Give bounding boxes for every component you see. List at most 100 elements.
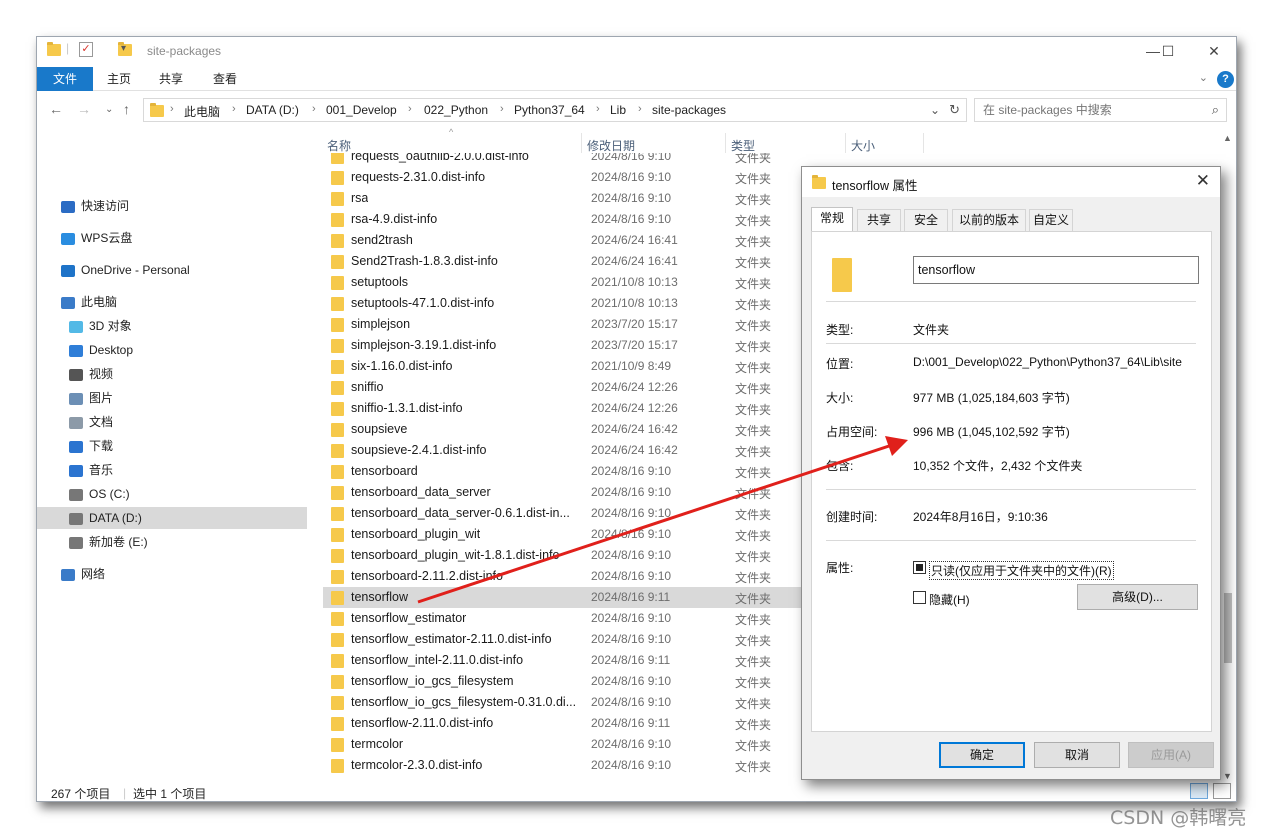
breadcrumb-022-python[interactable]: 022_Python — [424, 103, 488, 117]
nav-item[interactable]: OS (C:) — [37, 483, 307, 505]
file-row[interactable]: setuptools-47.1.0.dist-info 2021/10/8 10:… — [323, 293, 803, 314]
forward-arrow-icon[interactable]: → — [77, 101, 91, 117]
help-icon[interactable]: ? — [1217, 71, 1234, 88]
file-row[interactable]: rsa 2024/8/16 9:10 文件夹 — [323, 188, 803, 209]
tab-share[interactable]: 共享 — [153, 67, 189, 91]
tab-general[interactable]: 常规 — [811, 207, 853, 232]
file-row[interactable]: tensorboard_data_server-0.6.1.dist-in...… — [323, 503, 803, 524]
column-type[interactable]: 类型 — [731, 137, 755, 154]
file-row[interactable]: tensorflow-2.11.0.dist-info 2024/8/16 9:1… — [323, 713, 803, 734]
maximize-button[interactable]: ☐ — [1153, 41, 1183, 63]
column-date-modified[interactable]: 修改日期 — [587, 137, 635, 154]
nav-item[interactable]: WPS云盘 — [37, 227, 307, 249]
nav-item[interactable]: DATA (D:) — [37, 507, 307, 529]
file-row[interactable]: sniffio 2024/6/24 12:26 文件夹 — [323, 377, 803, 398]
nav-item[interactable]: 此电脑 — [37, 291, 307, 313]
large-icons-view-icon[interactable] — [1213, 783, 1231, 799]
scrollbar-thumb[interactable] — [1224, 593, 1232, 663]
tab-previous-versions[interactable]: 以前的版本 — [952, 209, 1026, 231]
column-divider[interactable] — [845, 133, 846, 153]
file-row[interactable]: tensorflow_estimator 2024/8/16 9:10 文件夹 — [323, 608, 803, 629]
column-divider[interactable] — [725, 133, 726, 153]
tab-security[interactable]: 安全 — [904, 209, 948, 231]
search-icon[interactable]: ⌕ — [1212, 102, 1219, 118]
search-input[interactable] — [983, 100, 1203, 120]
nav-item[interactable]: 图片 — [37, 387, 307, 409]
file-row[interactable]: tensorflow 2024/8/16 9:11 文件夹 — [323, 587, 803, 608]
advanced-button[interactable]: 高级(D)... — [1077, 584, 1198, 610]
chevron-down-icon[interactable]: ▾ — [121, 43, 126, 54]
column-divider[interactable] — [581, 133, 582, 153]
nav-item[interactable]: OneDrive - Personal — [37, 259, 307, 281]
folder-name-field[interactable] — [913, 256, 1199, 284]
file-row[interactable]: tensorflow_intel-2.11.0.dist-info 2024/8/… — [323, 650, 803, 671]
close-icon[interactable]: ✕ — [1196, 171, 1210, 191]
scroll-up-icon[interactable]: ▲ — [1223, 133, 1232, 143]
tab-customize[interactable]: 自定义 — [1029, 209, 1073, 231]
readonly-label[interactable]: 只读(仅应用于文件夹中的文件)(R) — [929, 561, 1114, 580]
nav-item[interactable]: 文档 — [37, 411, 307, 433]
refresh-icon[interactable]: ↻ — [949, 102, 960, 118]
file-row[interactable]: tensorflow_io_gcs_filesystem 2024/8/16 9:… — [323, 671, 803, 692]
recent-dropdown-icon[interactable]: ⌄ — [105, 104, 113, 115]
ok-button[interactable]: 确定 — [939, 742, 1025, 768]
file-row[interactable]: tensorboard_data_server 2024/8/16 9:10 文件夹 — [323, 482, 803, 503]
column-name[interactable]: 名称 — [327, 137, 351, 154]
file-row[interactable]: rsa-4.9.dist-info 2024/8/16 9:10 文件夹 — [323, 209, 803, 230]
tab-sharing[interactable]: 共享 — [857, 209, 901, 231]
nav-item[interactable]: 下载 — [37, 435, 307, 457]
nav-item[interactable]: 3D 对象 — [37, 315, 307, 337]
nav-item[interactable]: 视频 — [37, 363, 307, 385]
scroll-down-icon[interactable]: ▼ — [1223, 771, 1232, 781]
breadcrumb-site-packages[interactable]: site-packages — [652, 103, 726, 117]
cancel-button[interactable]: 取消 — [1034, 742, 1120, 768]
file-row[interactable]: setuptools 2021/10/8 10:13 文件夹 — [323, 272, 803, 293]
file-row[interactable]: termcolor-2.3.0.dist-info 2024/8/16 9:10 文… — [323, 755, 803, 776]
address-bar[interactable]: › 此电脑 › DATA (D:) › 001_Develop › 022_Py… — [143, 98, 967, 122]
chevron-down-icon[interactable]: ⌄ — [1199, 71, 1208, 84]
tab-view[interactable]: 查看 — [207, 67, 243, 91]
column-divider[interactable] — [923, 133, 924, 153]
nav-item[interactable]: 快速访问 — [37, 195, 307, 217]
up-arrow-icon[interactable]: ↑ — [123, 101, 130, 117]
breadcrumb-data-drive[interactable]: DATA (D:) — [246, 103, 299, 117]
file-row[interactable]: soupsieve 2024/6/24 16:42 文件夹 — [323, 419, 803, 440]
file-row[interactable]: tensorboard_plugin_wit 2024/8/16 9:10 文件夹 — [323, 524, 803, 545]
tab-file[interactable]: 文件 — [37, 67, 93, 91]
file-row[interactable]: requests_oauthlib-2.0.0.dist-info 2024/8/… — [323, 153, 803, 167]
nav-item[interactable]: Desktop — [37, 339, 307, 361]
file-row[interactable]: simplejson 2023/7/20 15:17 文件夹 — [323, 314, 803, 335]
nav-item[interactable]: 新加卷 (E:) — [37, 531, 307, 553]
chevron-down-icon[interactable]: ⌄ — [930, 103, 940, 117]
breadcrumb-lib[interactable]: Lib — [610, 103, 626, 117]
nav-item[interactable]: 音乐 — [37, 459, 307, 481]
close-button[interactable]: ✕ — [1199, 41, 1229, 63]
file-row[interactable]: Send2Trash-1.8.3.dist-info 2024/6/24 16:4… — [323, 251, 803, 272]
apply-button[interactable]: 应用(A) — [1128, 742, 1214, 768]
file-row[interactable]: tensorboard 2024/8/16 9:10 文件夹 — [323, 461, 803, 482]
file-row[interactable]: simplejson-3.19.1.dist-info 2023/7/20 15:… — [323, 335, 803, 356]
column-size[interactable]: 大小 — [851, 137, 875, 154]
details-view-icon[interactable] — [1190, 783, 1208, 799]
hidden-label[interactable]: 隐藏(H) — [929, 591, 970, 608]
file-row[interactable]: tensorflow_estimator-2.11.0.dist-info 202… — [323, 629, 803, 650]
breadcrumb-python37-64[interactable]: Python37_64 — [514, 103, 585, 117]
file-row[interactable]: termcolor 2024/8/16 9:10 文件夹 — [323, 734, 803, 755]
file-row[interactable]: send2trash 2024/6/24 16:41 文件夹 — [323, 230, 803, 251]
file-row[interactable]: sniffio-1.3.1.dist-info 2024/6/24 12:26 文件… — [323, 398, 803, 419]
file-row[interactable]: soupsieve-2.4.1.dist-info 2024/6/24 16:42… — [323, 440, 803, 461]
tab-home[interactable]: 主页 — [101, 67, 137, 91]
nav-item[interactable]: 网络 — [37, 563, 307, 585]
vertical-scrollbar[interactable]: ▲ ▼ — [1222, 133, 1234, 781]
breadcrumb-this-pc[interactable]: 此电脑 — [184, 103, 220, 120]
file-row[interactable]: tensorboard-2.11.2.dist-info 2024/8/16 9:… — [323, 566, 803, 587]
hidden-checkbox[interactable] — [913, 591, 926, 604]
back-arrow-icon[interactable]: ← — [49, 101, 63, 117]
file-row[interactable]: tensorflow_io_gcs_filesystem-0.31.0.di..… — [323, 692, 803, 713]
readonly-checkbox[interactable] — [913, 561, 926, 574]
file-row[interactable]: tensorboard_plugin_wit-1.8.1.dist-info 20… — [323, 545, 803, 566]
properties-icon[interactable]: ✓ — [79, 42, 93, 57]
breadcrumb-001-develop[interactable]: 001_Develop — [326, 103, 397, 117]
file-row[interactable]: requests-2.31.0.dist-info 2024/8/16 9:10 文… — [323, 167, 803, 188]
file-row[interactable]: six-1.16.0.dist-info 2021/10/9 8:49 文件夹 — [323, 356, 803, 377]
